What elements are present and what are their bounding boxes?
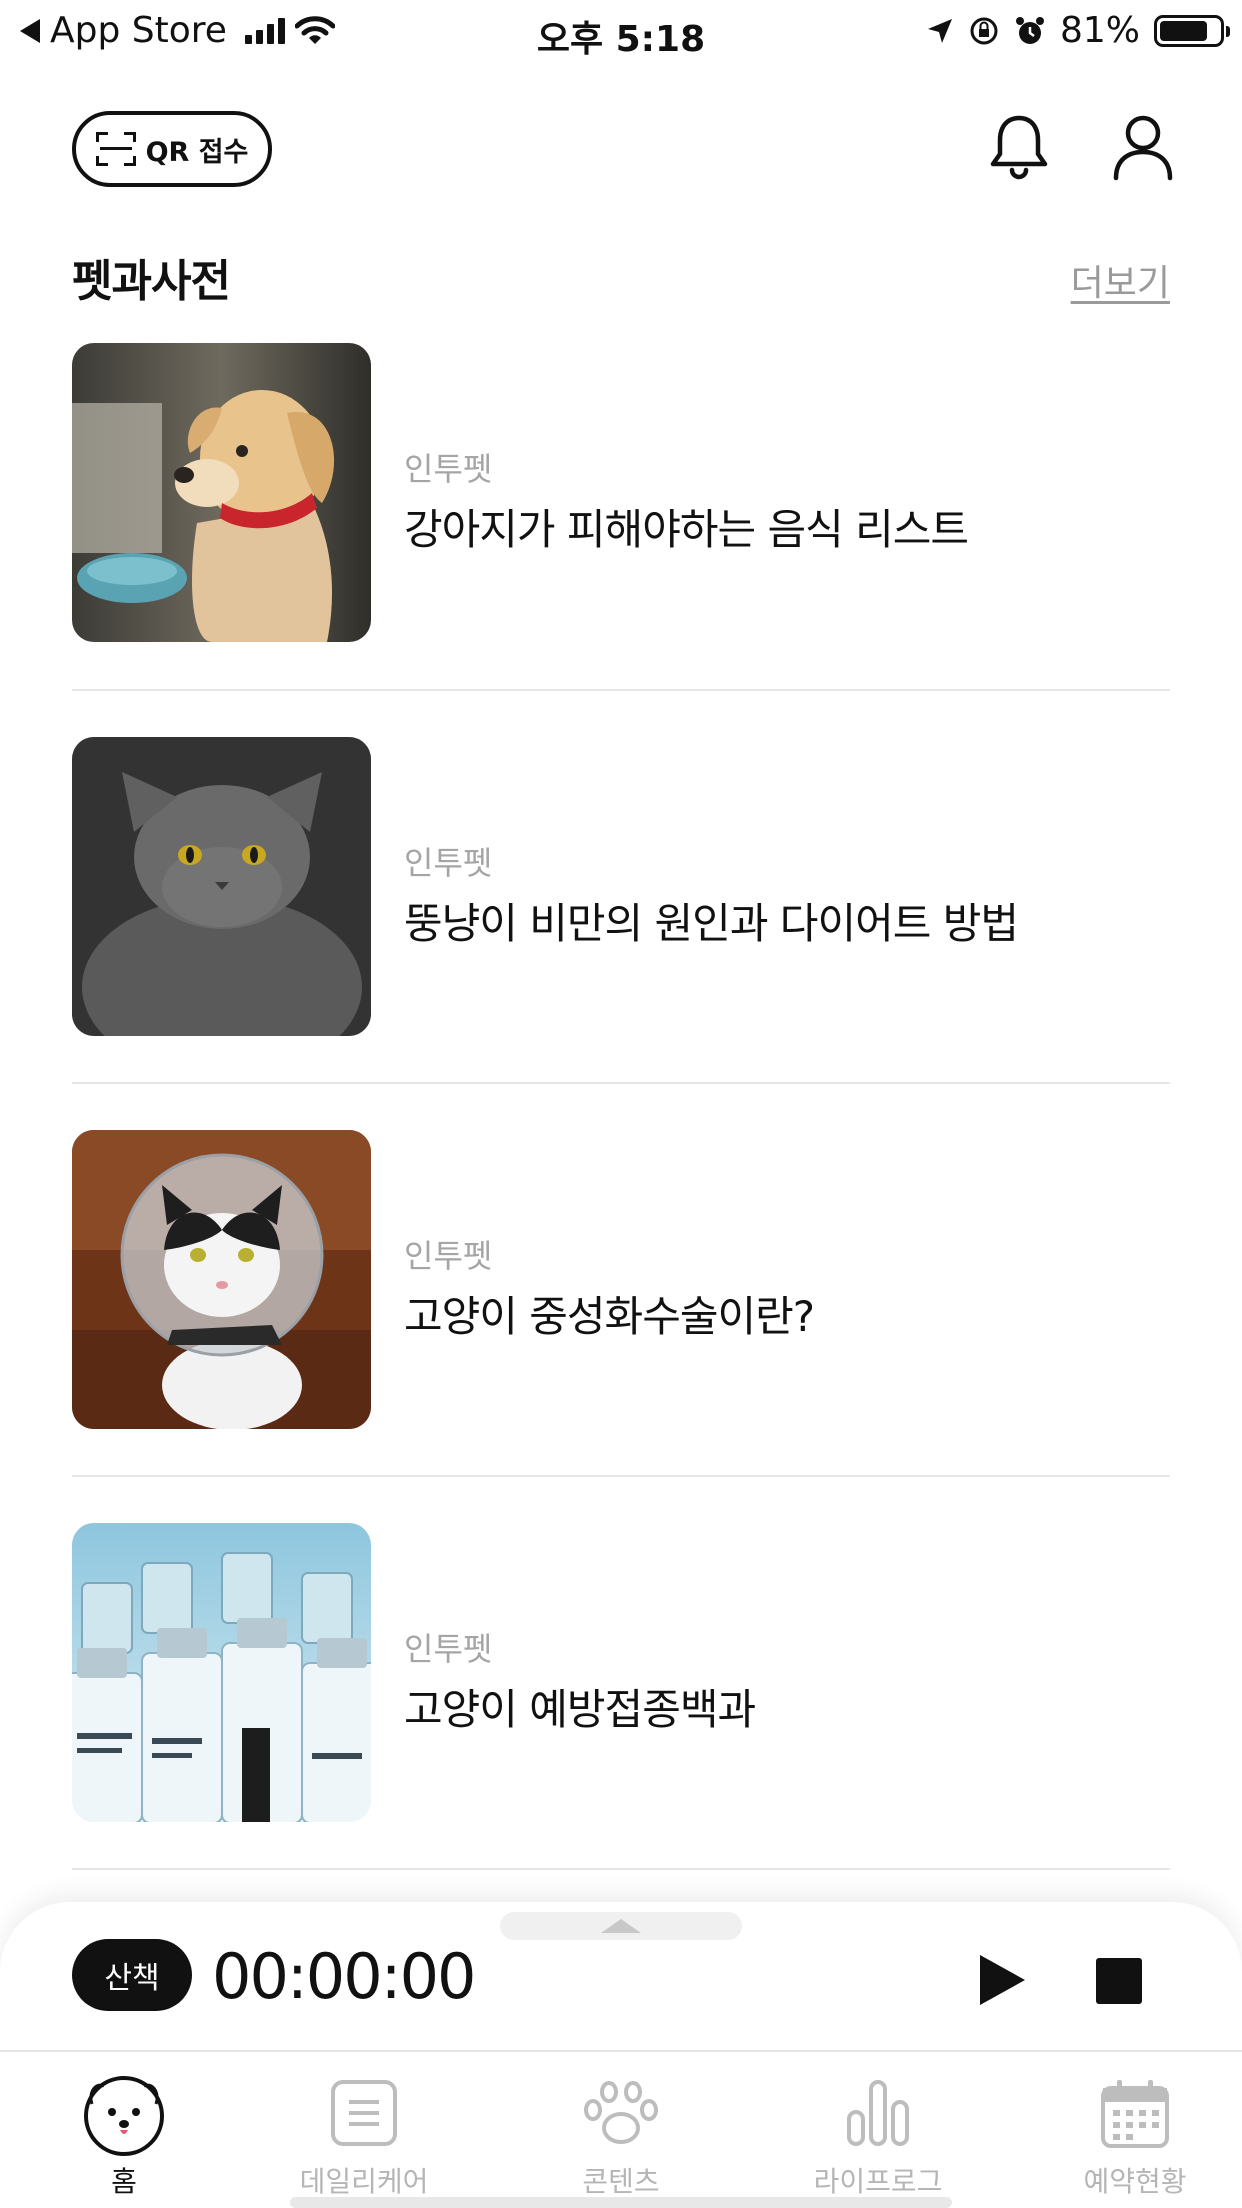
battery-percent: 81% [1059, 10, 1140, 51]
article-thumbnail[interactable] [72, 343, 371, 642]
article-source: 인투펫 [404, 844, 493, 882]
calendar-icon [1101, 2080, 1169, 2148]
battery-icon [1154, 14, 1230, 47]
article-title[interactable]: 고양이 예방접종백과 [404, 1676, 756, 1737]
article-thumbnail[interactable] [72, 1130, 371, 1429]
article-item[interactable]: 인투펫 고양이 예방접종백과 [72, 1477, 1170, 1870]
vaccine-vials-photo [72, 1523, 371, 1822]
section-title: 펫과사전 [72, 256, 231, 307]
article-source: 인투펫 [404, 1237, 493, 1275]
article-item[interactable]: 인투펫 고양이 중성화수술이란? [72, 1084, 1170, 1477]
walk-player-panel: 산책 00:00:00 [0, 1902, 1242, 2050]
location-arrow-icon [927, 18, 952, 43]
article-list: 인투펫 강아지가 피해야하는 음식 리스트 인투펫 뚱냥이 비만의 원인과 다이… [72, 343, 1170, 1870]
chevron-up-icon [601, 1919, 641, 1933]
document-icon [331, 2080, 397, 2146]
status-right: 81% [926, 10, 1230, 51]
tab-label: 라이프로그 [813, 2165, 943, 2198]
article-title[interactable]: 고양이 중성화수술이란? [404, 1283, 815, 1344]
bell-icon[interactable] [986, 112, 1052, 182]
gray-cat-photo [72, 737, 371, 1036]
tab-home[interactable]: 홈 [0, 2052, 248, 2208]
drawer-handle[interactable] [500, 1912, 742, 1940]
tab-daily-care[interactable]: 데일리케어 [240, 2052, 488, 2208]
tab-lifelog[interactable]: 라이프로그 [754, 2052, 1002, 2208]
tab-label: 홈 [111, 2165, 137, 2198]
status-bar: App Store 오후 5:18 81% [0, 0, 1242, 62]
article-text[interactable]: 인투펫 고양이 예방접종백과 [404, 1624, 756, 1737]
tab-reservations[interactable]: 예약현황 [1010, 2052, 1242, 2208]
article-source: 인투펫 [404, 450, 493, 488]
article-thumbnail[interactable] [72, 1523, 371, 1822]
tab-label: 데일리케어 [299, 2165, 429, 2198]
article-thumbnail[interactable] [72, 737, 371, 1036]
walk-mode-badge: 산책 [72, 1939, 192, 2011]
stop-icon[interactable] [1096, 1958, 1142, 2004]
article-title[interactable]: 뚱냥이 비만의 원인과 다이어트 방법 [404, 890, 1019, 951]
user-icon[interactable] [1110, 112, 1176, 182]
bar-chart-icon [847, 2080, 909, 2146]
paw-icon [584, 2081, 658, 2144]
article-text[interactable]: 인투펫 강아지가 피해야하는 음식 리스트 [404, 444, 969, 557]
puppy-photo [72, 343, 371, 642]
walk-timer: 00:00:00 [212, 1940, 476, 2013]
play-icon[interactable] [976, 1952, 1028, 2008]
article-source: 인투펫 [404, 1630, 493, 1668]
qr-register-button[interactable]: QR 접수 [72, 111, 272, 187]
tab-contents[interactable]: 콘텐츠 [497, 2052, 745, 2208]
article-text[interactable]: 인투펫 뚱냥이 비만의 원인과 다이어트 방법 [404, 838, 1019, 951]
tab-label: 콘텐츠 [582, 2165, 660, 2198]
tab-bar: 홈 데일리케어 콘텐츠 라이프로그 예약현황 [0, 2050, 1242, 2208]
article-title[interactable]: 강아지가 피해야하는 음식 리스트 [404, 496, 969, 557]
more-link[interactable]: 더보기 [1071, 254, 1170, 306]
tab-label: 예약현황 [1083, 2165, 1187, 2198]
article-item[interactable]: 인투펫 강아지가 피해야하는 음식 리스트 [72, 343, 1170, 691]
cat-with-cone-photo [72, 1130, 371, 1429]
article-item[interactable]: 인투펫 뚱냥이 비만의 원인과 다이어트 방법 [72, 691, 1170, 1084]
alarm-icon [1015, 16, 1044, 44]
article-text[interactable]: 인투펫 고양이 중성화수술이란? [404, 1231, 815, 1344]
qr-register-label: QR 접수 [145, 136, 249, 168]
rotation-lock-icon [970, 17, 998, 44]
battery-fill [1160, 20, 1207, 41]
qr-scan-icon [95, 132, 136, 166]
pet-face-icon [84, 2076, 164, 2156]
home-indicator [290, 2197, 952, 2208]
